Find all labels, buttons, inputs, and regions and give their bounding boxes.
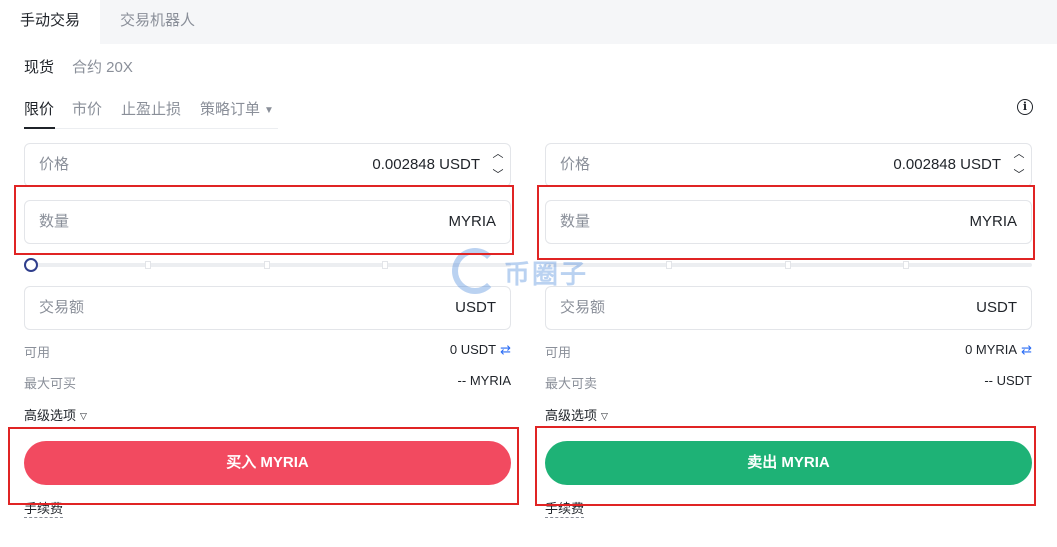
highlight-box-buy-quantity — [14, 185, 514, 255]
highlight-box-buy-button — [8, 427, 519, 505]
buy-advanced-options[interactable]: 高级选项 ▽ — [24, 405, 87, 424]
highlight-box-sell-button — [535, 426, 1036, 506]
chevron-down-icon[interactable]: ﹀ — [1007, 165, 1031, 186]
buy-max-label: 最大可买 — [24, 376, 77, 391]
buy-available-row: 可用 0 USDT ⇄ — [24, 342, 511, 360]
sell-max-row: 最大可卖 -- USDT — [545, 373, 1032, 391]
slider-notch-75[interactable] — [903, 261, 909, 269]
buy-price-stepper: ︿ ﹀ — [486, 144, 510, 186]
chevron-down-icon[interactable]: ﹀ — [486, 165, 510, 186]
chevron-up-icon[interactable]: ︿ — [486, 144, 510, 165]
sell-max-value: -- USDT — [984, 373, 1032, 388]
sell-price-input[interactable]: 价格 0.002848 USDT ︿ ﹀ — [545, 143, 1032, 187]
swap-icon[interactable]: ⇄ — [500, 342, 511, 357]
buy-available-label: 可用 — [24, 345, 51, 360]
sell-price-label: 价格 — [560, 156, 591, 173]
buy-price-label: 价格 — [39, 156, 70, 173]
sell-advanced-label: 高级选项 — [545, 408, 598, 423]
buy-amount-slider[interactable] — [24, 258, 511, 272]
chevron-up-icon[interactable]: ︿ — [1007, 144, 1031, 165]
sell-total-unit: USDT — [976, 299, 1017, 316]
sell-advanced-options[interactable]: 高级选项 ▽ — [545, 405, 608, 424]
buy-price-input[interactable]: 价格 0.002848 USDT ︿ ﹀ — [24, 143, 511, 187]
slider-notch-50[interactable] — [785, 261, 791, 269]
swap-icon[interactable]: ⇄ — [1021, 342, 1032, 357]
buy-advanced-label: 高级选项 — [24, 408, 77, 423]
buy-max-value: -- MYRIA — [457, 373, 511, 388]
chevron-down-icon: ▽ — [80, 411, 87, 421]
sell-available-row: 可用 0 MYRIA ⇄ — [545, 342, 1032, 360]
slider-thumb[interactable] — [24, 258, 38, 272]
chevron-down-icon: ▽ — [601, 411, 608, 421]
buy-available-value: 0 USDT — [449, 342, 497, 357]
slider-notch-75[interactable] — [382, 261, 388, 269]
buy-total-input[interactable]: 交易额 USDT — [24, 286, 511, 330]
slider-notch-25[interactable] — [666, 261, 672, 269]
slider-notch-50[interactable] — [264, 261, 270, 269]
buy-total-placeholder: 交易额 — [39, 299, 85, 316]
sell-total-input[interactable]: 交易额 USDT — [545, 286, 1032, 330]
highlight-box-sell-quantity — [537, 185, 1035, 260]
sell-amount-slider[interactable] — [545, 258, 1032, 272]
buy-price-value: 0.002848 USDT — [372, 156, 480, 173]
sell-available-value: 0 MYRIA — [965, 342, 1018, 357]
sell-price-value: 0.002848 USDT — [893, 156, 1001, 173]
sell-price-stepper: ︿ ﹀ — [1007, 144, 1031, 186]
sell-max-label: 最大可卖 — [545, 376, 598, 391]
buy-max-row: 最大可买 -- MYRIA — [24, 373, 511, 391]
slider-notch-25[interactable] — [145, 261, 151, 269]
sell-available-label: 可用 — [545, 345, 572, 360]
